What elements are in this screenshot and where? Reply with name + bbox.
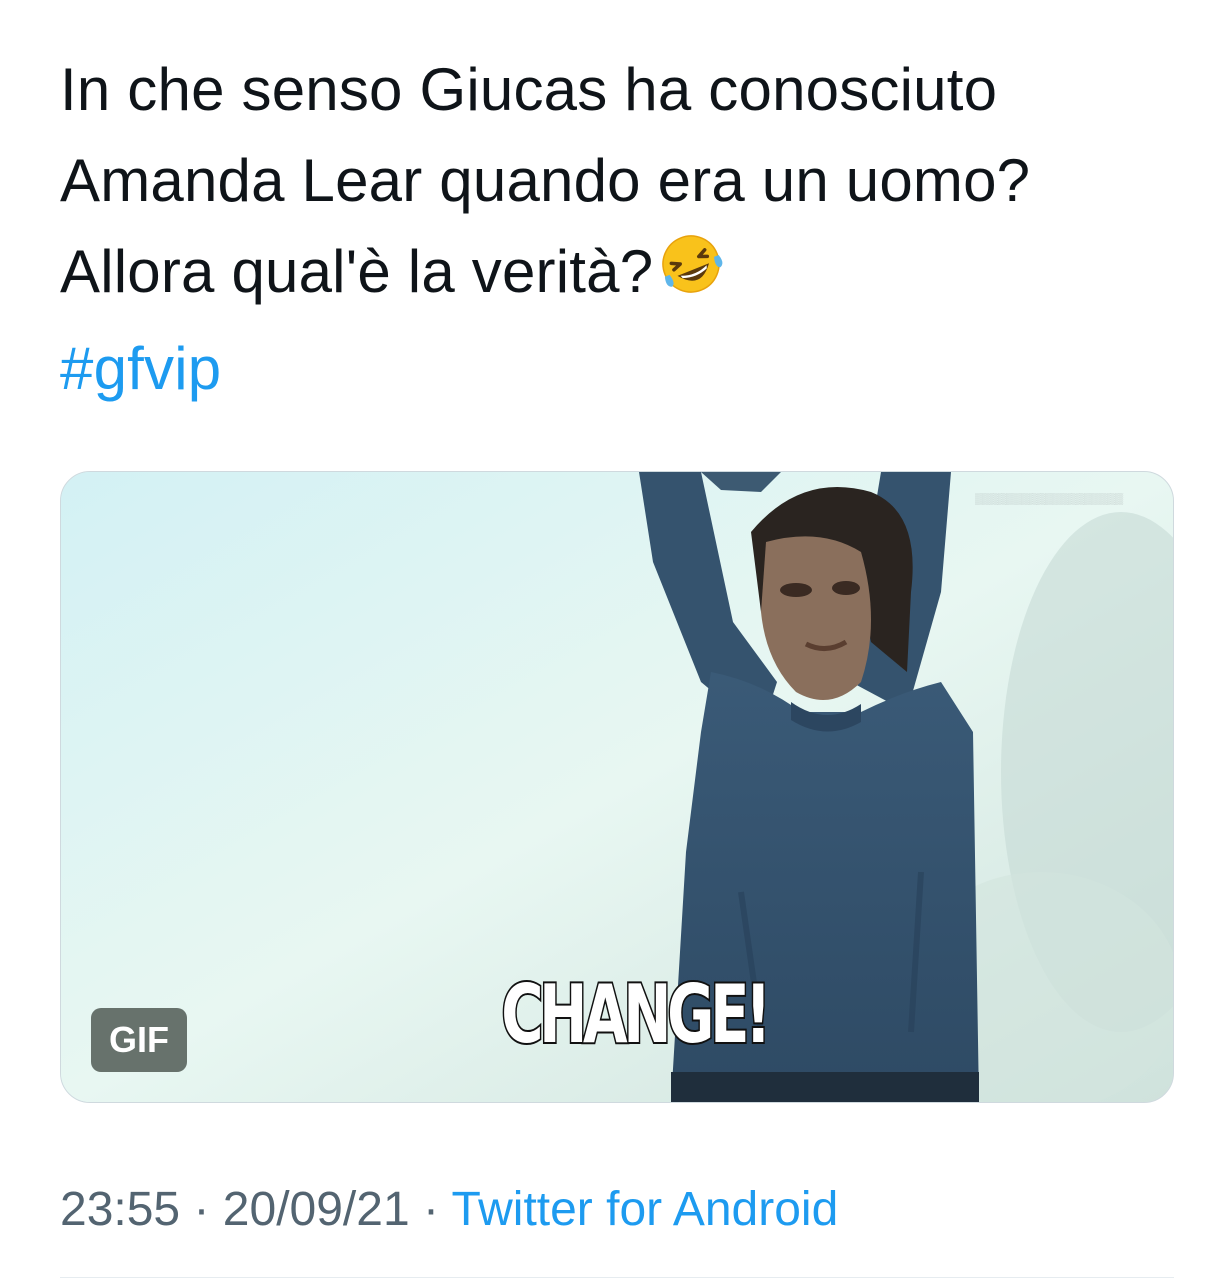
divider xyxy=(60,1277,1174,1278)
gif-watermark: ▒▒▒▒▒▒▒▒▒▒▒▒▒▒▒▒▒▒▒ xyxy=(975,493,1124,505)
tweet-text-line-1: In che senso Giucas ha conosciuto xyxy=(60,56,998,123)
tweet-date: 20/09/21 xyxy=(222,1183,410,1236)
tweet-meta: 23:55 · 20/09/21 · Twitter for Android xyxy=(60,1180,838,1240)
gif-badge: GIF xyxy=(91,1008,187,1072)
gif-media[interactable]: ▒▒▒▒▒▒▒▒▒▒▒▒▒▒▒▒▒▒▒ CHANGE! GIF xyxy=(60,471,1174,1103)
tweet-source-link[interactable]: Twitter for Android xyxy=(451,1183,838,1236)
rofl-emoji-icon xyxy=(657,230,725,323)
tweet-text: In che senso Giucas ha conosciuto Amanda… xyxy=(60,44,1174,414)
meta-separator-1: · xyxy=(193,1183,210,1236)
tweet-text-line-3: Allora qual'è la verità? xyxy=(60,226,1174,323)
tweet-hashtag-line: #gfvip xyxy=(60,323,1174,414)
tweet-body: In che senso Giucas ha conosciuto Amanda… xyxy=(60,44,1174,414)
hashtag-link[interactable]: #gfvip xyxy=(60,335,221,402)
meta-separator-2: · xyxy=(422,1183,439,1236)
tweet-text-line-2: Amanda Lear quando era un uomo? xyxy=(60,147,1031,214)
tweet-detail-page: { "tweet": { "text_lines": [ "In che sen… xyxy=(0,0,1214,1280)
gif-caption-text: CHANGE! xyxy=(500,968,773,1062)
tweet-time: 23:55 xyxy=(60,1183,181,1236)
tweet-text-line-3-text: Allora qual'è la verità? xyxy=(60,238,654,305)
